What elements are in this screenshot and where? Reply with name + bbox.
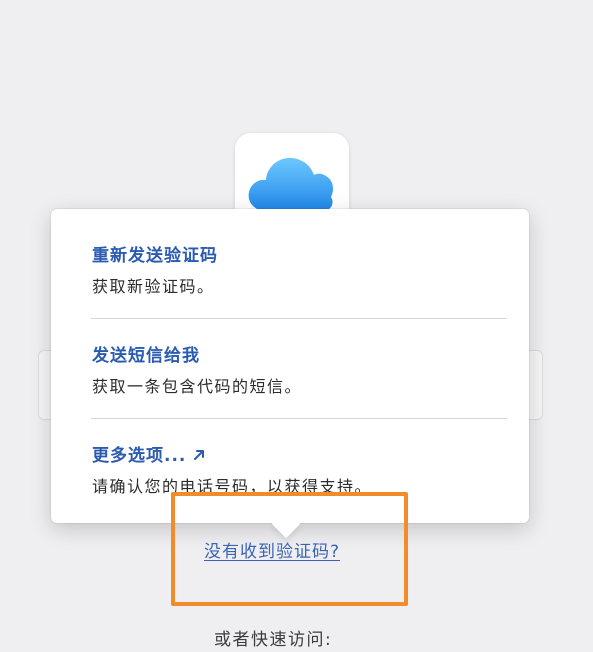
send-sms-description: 获取一条包含代码的短信。 xyxy=(92,377,303,396)
resend-code-title[interactable]: 重新发送验证码 xyxy=(92,245,506,267)
more-options-description: 请确认您的电话号码，以获得支持。 xyxy=(92,477,373,496)
quick-access-label: 或者快速访问: xyxy=(214,630,333,650)
background-card-edge-right xyxy=(528,350,543,420)
more-options-title[interactable]: 更多选项... xyxy=(92,445,506,467)
option-divider xyxy=(91,418,507,419)
resend-code-description: 获取新验证码。 xyxy=(92,277,215,296)
option-divider xyxy=(91,318,507,319)
icloud-icon xyxy=(248,157,334,211)
external-arrow-icon xyxy=(194,450,205,460)
verification-options-popover: 重新发送验证码 获取新验证码。 发送短信给我 获取一条包含代码的短信。 更多选项… xyxy=(51,209,529,523)
resend-code-option[interactable]: 重新发送验证码 获取新验证码。 xyxy=(92,245,506,298)
more-options-option[interactable]: 更多选项... 请确认您的电话号码，以获得支持。 xyxy=(92,445,506,498)
more-options-label[interactable]: 更多选项... xyxy=(92,446,186,466)
no-code-received-link[interactable]: 没有收到验证码? xyxy=(204,540,340,564)
send-sms-option[interactable]: 发送短信给我 获取一条包含代码的短信。 xyxy=(92,345,506,398)
send-sms-title[interactable]: 发送短信给我 xyxy=(92,345,506,367)
